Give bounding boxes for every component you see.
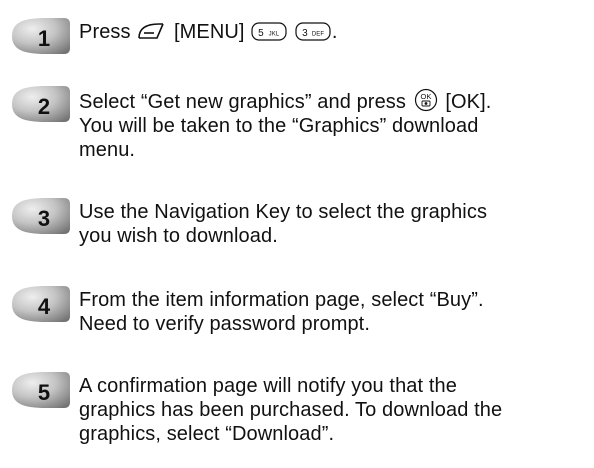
step-line-1: Use the Navigation Key to select the gra… xyxy=(79,201,488,223)
badge-shape-icon: 2 xyxy=(12,86,70,122)
step-text: A confirmation page will notify you that… xyxy=(79,374,589,446)
ok-key-icon: OK xyxy=(413,88,439,112)
svg-text:JKL: JKL xyxy=(269,32,280,38)
step-number: 2 xyxy=(38,94,50,119)
svg-text:DEF: DEF xyxy=(312,32,325,38)
step-line-3: graphics, select “Download”. xyxy=(79,423,335,445)
step-line-3: menu. xyxy=(79,139,136,161)
key-3-icon: 3 DEF xyxy=(295,20,331,42)
step-number: 5 xyxy=(38,380,50,405)
step-line-1: From the item information page, select “… xyxy=(79,289,484,311)
step-line-2: you wish to download. xyxy=(79,225,278,247)
step-number: 4 xyxy=(38,294,51,319)
svg-text:5: 5 xyxy=(258,28,264,39)
step-number: 1 xyxy=(38,26,50,51)
step-text: Press [MENU] 5 JKL 3 DEF . xyxy=(79,20,589,44)
step-text-before: Press xyxy=(79,21,131,43)
svg-text:3: 3 xyxy=(302,28,308,39)
key-5-icon: 5 JKL xyxy=(251,20,287,42)
step-number-badge: 5 xyxy=(6,370,70,410)
step-text: Select “Get new graphics” and press OK [… xyxy=(79,88,589,162)
step-number-badge: 3 xyxy=(6,196,70,236)
step-line-1: Select “Get new graphics” and press OK [… xyxy=(79,88,589,114)
badge-shape-icon: 4 xyxy=(12,286,70,322)
step-line-2: You will be taken to the “Graphics” down… xyxy=(79,115,479,137)
step-number: 3 xyxy=(38,206,50,231)
badge-shape-icon: 3 xyxy=(12,198,70,234)
step-text: Use the Navigation Key to select the gra… xyxy=(79,200,589,248)
step-line-2: graphics has been purchased. To download… xyxy=(79,399,503,421)
badge-shape-icon: 1 xyxy=(12,18,70,54)
menu-label: [MENU] xyxy=(173,21,245,43)
step-line-2: Need to verify password prompt. xyxy=(79,313,371,335)
softkey-icon xyxy=(137,20,167,42)
step-line-1: A confirmation page will notify you that… xyxy=(79,375,457,397)
step-number-badge: 1 xyxy=(6,16,70,56)
badge-shape-icon: 5 xyxy=(12,372,70,408)
step-text-after: . xyxy=(331,21,338,43)
step-text: From the item information page, select “… xyxy=(79,288,589,336)
svg-text:OK: OK xyxy=(420,92,431,101)
step-number-badge: 2 xyxy=(6,84,70,124)
step-number-badge: 4 xyxy=(6,284,70,324)
